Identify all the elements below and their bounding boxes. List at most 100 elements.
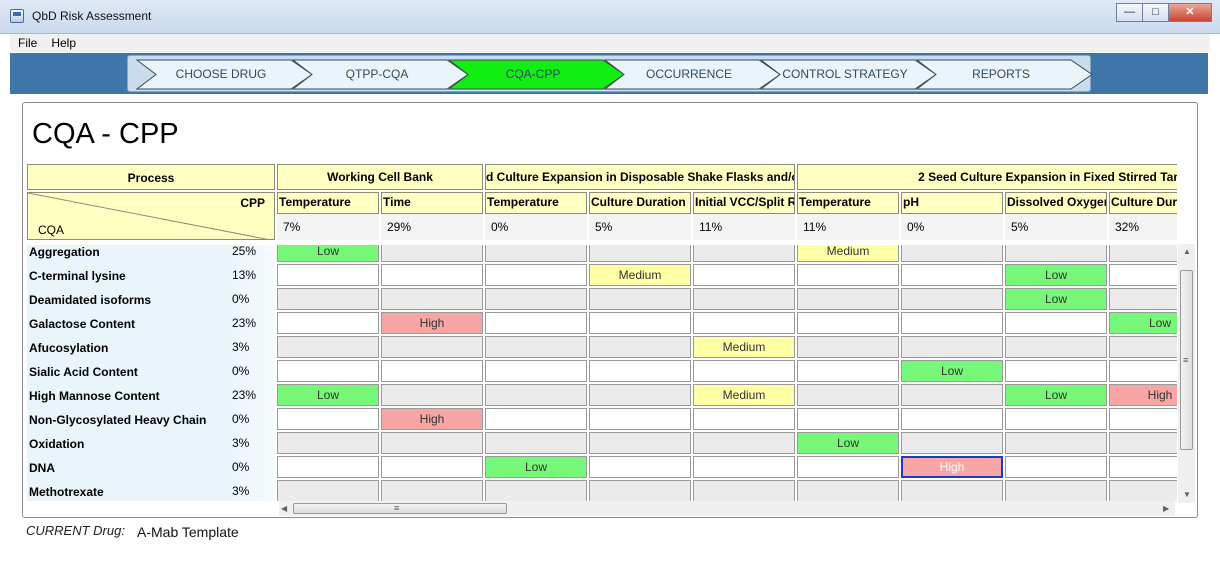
risk-cell[interactable]: [693, 456, 795, 478]
risk-cell[interactable]: [901, 264, 1003, 286]
risk-cell[interactable]: [589, 456, 691, 478]
risk-cell[interactable]: [381, 288, 483, 310]
risk-cell[interactable]: [277, 312, 379, 334]
risk-cell[interactable]: [1005, 245, 1107, 262]
risk-cell[interactable]: [693, 245, 795, 262]
risk-cell[interactable]: [485, 408, 587, 430]
risk-cell[interactable]: [797, 336, 899, 358]
risk-cell[interactable]: Medium: [693, 384, 795, 406]
risk-cell[interactable]: [277, 288, 379, 310]
risk-cell[interactable]: Low: [485, 456, 587, 478]
risk-cell[interactable]: [381, 336, 483, 358]
risk-cell[interactable]: [797, 456, 899, 478]
risk-cell[interactable]: [797, 360, 899, 382]
scroll-up-icon[interactable]: ▲: [1183, 247, 1191, 256]
maximize-button[interactable]: □: [1142, 3, 1169, 22]
step-choose-drug[interactable]: CHOOSE DRUG: [136, 59, 314, 90]
horizontal-scroll-thumb[interactable]: ≡: [293, 503, 507, 514]
vertical-scroll-thumb[interactable]: ≡: [1180, 270, 1193, 450]
risk-cell[interactable]: [1109, 288, 1177, 310]
risk-cell[interactable]: [693, 288, 795, 310]
risk-cell[interactable]: [797, 312, 899, 334]
risk-cell[interactable]: [277, 480, 379, 501]
risk-cell[interactable]: [1109, 360, 1177, 382]
risk-cell[interactable]: [277, 336, 379, 358]
risk-cell[interactable]: [901, 336, 1003, 358]
risk-cell[interactable]: [277, 456, 379, 478]
risk-cell[interactable]: [797, 264, 899, 286]
risk-cell[interactable]: [901, 312, 1003, 334]
risk-cell[interactable]: [381, 245, 483, 262]
risk-cell[interactable]: [797, 408, 899, 430]
scroll-right-icon[interactable]: ▶: [1163, 504, 1169, 513]
step-occurrence[interactable]: OCCURRENCE: [604, 59, 782, 90]
risk-cell[interactable]: Medium: [693, 336, 795, 358]
risk-cell[interactable]: [1005, 408, 1107, 430]
risk-cell[interactable]: Low: [277, 384, 379, 406]
menu-help[interactable]: Help: [51, 36, 76, 50]
vertical-scrollbar[interactable]: ▲ ≡ ▼: [1178, 244, 1195, 503]
risk-cell[interactable]: [485, 480, 587, 501]
risk-cell[interactable]: High: [901, 456, 1003, 478]
step-reports[interactable]: REPORTS: [916, 59, 1094, 90]
step-control-strategy[interactable]: CONTROL STRATEGY: [760, 59, 938, 90]
risk-cell[interactable]: [1109, 456, 1177, 478]
risk-cell[interactable]: [381, 456, 483, 478]
risk-cell[interactable]: [589, 245, 691, 262]
risk-cell[interactable]: [381, 480, 483, 501]
scroll-left-icon[interactable]: ◀: [281, 504, 287, 513]
risk-cell[interactable]: Low: [901, 360, 1003, 382]
risk-cell[interactable]: [901, 288, 1003, 310]
step-qtpp-cqa[interactable]: QTPP-CQA: [292, 59, 470, 90]
risk-cell[interactable]: [589, 312, 691, 334]
risk-cell[interactable]: [589, 288, 691, 310]
risk-cell[interactable]: [381, 360, 483, 382]
risk-cell[interactable]: [1005, 456, 1107, 478]
risk-cell[interactable]: [381, 264, 483, 286]
risk-cell[interactable]: [797, 288, 899, 310]
risk-cell[interactable]: [485, 360, 587, 382]
risk-cell[interactable]: [693, 264, 795, 286]
risk-cell[interactable]: Low: [277, 245, 379, 262]
risk-cell[interactable]: [693, 480, 795, 501]
risk-cell[interactable]: [1005, 480, 1107, 501]
risk-cell[interactable]: [901, 245, 1003, 262]
risk-cell[interactable]: [1109, 408, 1177, 430]
risk-cell[interactable]: [1005, 312, 1107, 334]
risk-cell[interactable]: High: [381, 408, 483, 430]
risk-cell[interactable]: [797, 480, 899, 501]
risk-cell[interactable]: [277, 264, 379, 286]
risk-cell[interactable]: [1109, 245, 1177, 262]
risk-cell[interactable]: [485, 245, 587, 262]
risk-cell[interactable]: [901, 384, 1003, 406]
risk-cell[interactable]: [901, 432, 1003, 454]
risk-cell[interactable]: [589, 336, 691, 358]
risk-cell[interactable]: [485, 312, 587, 334]
risk-cell[interactable]: [589, 432, 691, 454]
risk-cell[interactable]: [381, 432, 483, 454]
close-button[interactable]: ✕: [1168, 3, 1212, 22]
risk-cell[interactable]: Low: [797, 432, 899, 454]
risk-cell[interactable]: [589, 408, 691, 430]
minimize-button[interactable]: —: [1116, 3, 1143, 22]
risk-cell[interactable]: High: [381, 312, 483, 334]
risk-cell[interactable]: [485, 384, 587, 406]
risk-cell[interactable]: [1005, 432, 1107, 454]
risk-cell[interactable]: [589, 480, 691, 501]
menu-file[interactable]: File: [18, 36, 37, 50]
risk-cell[interactable]: [1109, 264, 1177, 286]
risk-cell[interactable]: Low: [1005, 264, 1107, 286]
risk-cell[interactable]: [1109, 480, 1177, 501]
risk-cell[interactable]: [277, 408, 379, 430]
risk-cell[interactable]: [485, 288, 587, 310]
risk-cell[interactable]: Low: [1005, 384, 1107, 406]
risk-cell[interactable]: [693, 432, 795, 454]
risk-cell[interactable]: Medium: [797, 245, 899, 262]
risk-cell[interactable]: [1109, 336, 1177, 358]
risk-cell[interactable]: [589, 360, 691, 382]
risk-cell[interactable]: [901, 408, 1003, 430]
risk-cell[interactable]: Low: [1109, 312, 1177, 334]
risk-cell[interactable]: [901, 480, 1003, 501]
risk-cell[interactable]: [693, 408, 795, 430]
risk-cell[interactable]: [381, 384, 483, 406]
